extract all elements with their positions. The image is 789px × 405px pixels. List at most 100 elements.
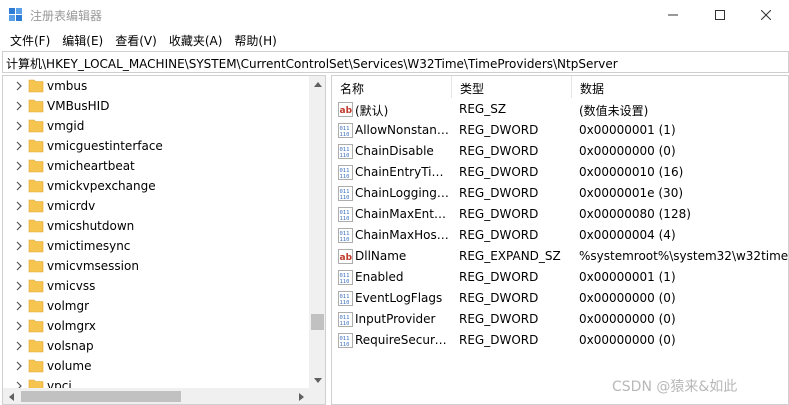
chevron-right-icon[interactable] <box>13 360 25 372</box>
title-bar: 注册表编辑器 <box>0 0 789 30</box>
value-row[interactable]: 011110AllowNonstandardModeCombinations RE… <box>332 120 788 141</box>
value-type: REG_DWORD <box>459 186 539 200</box>
tree-item[interactable]: vmicguestinterface <box>3 136 309 156</box>
chevron-right-icon[interactable] <box>13 100 25 112</box>
value-type: REG_EXPAND_SZ <box>459 249 561 263</box>
folder-icon <box>28 159 44 173</box>
value-type: REG_DWORD <box>459 270 539 284</box>
tree-item[interactable]: vmictimesync <box>3 236 309 256</box>
minimize-button[interactable] <box>650 0 696 30</box>
value-name: InputProvider <box>355 312 436 326</box>
value-row[interactable]: 011 110 ChainDisable REG_DWORD 0x00000000 (0… <box>332 141 788 162</box>
value-name: ChainMaxEntries <box>355 207 450 221</box>
scroll-up-button[interactable] <box>309 76 325 92</box>
scroll-right-button[interactable] <box>293 388 309 404</box>
column-header-type[interactable]: 类型 <box>452 76 572 98</box>
chevron-right-icon[interactable] <box>13 320 25 332</box>
tree-horizontal-scroll-thumb[interactable] <box>21 391 181 402</box>
tree-item[interactable]: vmicvss <box>3 276 309 296</box>
value-type: REG_DWORD <box>459 228 539 242</box>
address-path: 计算机\HKEY_LOCAL_MACHINE\SYSTEM\CurrentCon… <box>6 57 618 71</box>
close-icon <box>761 10 771 20</box>
menu-view[interactable]: 查看(V) <box>109 30 163 50</box>
chevron-right-icon[interactable] <box>13 120 25 132</box>
binary-value-icon: 011110 <box>338 186 353 201</box>
tree-item[interactable]: vmicheartbeat <box>3 156 309 176</box>
value-row[interactable]: 011 110 ChainMaxEntries REG_DWORD 0x00000080… <box>332 204 788 225</box>
svg-text:110: 110 <box>340 237 350 243</box>
maximize-button[interactable] <box>697 0 743 30</box>
tree-item[interactable]: volmgr <box>3 296 309 316</box>
binary-value-icon: 011110 <box>338 144 353 159</box>
tree-item-label: vmgid <box>47 119 85 133</box>
chevron-right-icon[interactable] <box>13 340 25 352</box>
tree-vertical-scroll-thumb[interactable] <box>311 314 324 330</box>
address-bar[interactable]: 计算机\HKEY_LOCAL_MACHINE\SYSTEM\CurrentCon… <box>2 51 789 73</box>
chevron-right-icon[interactable] <box>13 220 25 232</box>
value-row[interactable]: 011 110 Enabled REG_DWORD 0x00000001 (1) <box>332 267 788 288</box>
tree-item[interactable]: vmgid <box>3 116 309 136</box>
value-type: REG_DWORD <box>459 123 539 137</box>
value-row[interactable]: 011110ChainMaxHostEntries REG_DWORD 0x0000… <box>332 225 788 246</box>
watermark: CSDN @猿来&如此 <box>612 379 738 395</box>
tree-item[interactable]: vmicvmsession <box>3 256 309 276</box>
folder-icon <box>28 199 44 213</box>
tree-item-label: volume <box>47 359 92 373</box>
tree-item[interactable]: vmickvpexchange <box>3 176 309 196</box>
tree-item[interactable]: volmgrx <box>3 316 309 336</box>
chevron-right-icon[interactable] <box>13 280 25 292</box>
menu-edit[interactable]: 编辑(E) <box>56 30 109 50</box>
value-row[interactable]: ab DllName REG_EXPAND_SZ %systemroot%\syste… <box>332 246 788 267</box>
value-row[interactable]: 011110ChainEntryTimeout REG_DWORD 0x000000… <box>332 162 788 183</box>
svg-text:110: 110 <box>340 216 350 222</box>
menu-file[interactable]: 文件(F) <box>4 30 56 50</box>
column-header-data[interactable]: 数据 <box>572 76 788 98</box>
chevron-right-icon[interactable] <box>13 240 25 252</box>
value-row[interactable]: 011 110 InputProvider REG_DWORD 0x00000000 (… <box>332 309 788 330</box>
chevron-right-icon[interactable] <box>13 140 25 152</box>
tree-vertical-scrollbar[interactable] <box>309 76 325 388</box>
menu-favorites[interactable]: 收藏夹(A) <box>163 30 229 50</box>
binary-value-icon: 011110 <box>338 165 353 180</box>
scroll-left-button[interactable] <box>3 388 19 404</box>
value-data: 0x00000001 (1) <box>579 123 676 137</box>
chevron-right-icon[interactable] <box>13 80 25 92</box>
tree-item[interactable]: vmbus <box>3 76 309 96</box>
chevron-right-icon[interactable] <box>13 200 25 212</box>
value-data: 0x00000000 (0) <box>579 144 676 158</box>
chevron-right-icon[interactable] <box>13 300 25 312</box>
folder-icon <box>28 79 44 93</box>
value-type: REG_DWORD <box>459 312 539 326</box>
string-value-icon: ab <box>338 249 353 264</box>
menu-help[interactable]: 帮助(H) <box>228 30 282 50</box>
tree-item[interactable]: vmicshutdown <box>3 216 309 236</box>
key-tree-pane: vmbus VMBusHID vmgid vmicguestinterface vmic… <box>2 75 326 405</box>
folder-icon <box>28 179 44 193</box>
scroll-right-arrow-icon <box>298 392 304 401</box>
value-row[interactable]: ab (默认) REG_SZ (数值未设置) <box>332 99 788 120</box>
chevron-right-icon[interactable] <box>13 260 25 272</box>
tree-item-label: vmickvpexchange <box>47 179 156 193</box>
binary-value-icon: 011110 <box>338 333 353 348</box>
tree-horizontal-scrollbar[interactable] <box>3 388 309 404</box>
value-row[interactable]: 011110RequireSecureTimeSyncRequests REG_D… <box>332 330 788 351</box>
value-row[interactable]: 011 110 EventLogFlags REG_DWORD 0x00000000 (… <box>332 288 788 309</box>
value-row[interactable]: 011110ChainLoggingRate REG_DWORD 0x0000001… <box>332 183 788 204</box>
scroll-down-button[interactable] <box>309 372 325 388</box>
tree-item[interactable]: volume <box>3 356 309 376</box>
scroll-left-arrow-icon <box>8 392 14 401</box>
tree-item[interactable]: volsnap <box>3 336 309 356</box>
value-name: ChainEntryTimeout <box>355 165 450 179</box>
column-header-name[interactable]: 名称 <box>332 76 452 98</box>
value-name: AllowNonstandardModeCombinations <box>355 123 450 137</box>
svg-text:110: 110 <box>340 132 350 138</box>
close-button[interactable] <box>743 0 789 30</box>
folder-icon <box>28 339 44 353</box>
chevron-right-icon[interactable] <box>13 180 25 192</box>
value-name: DllName <box>355 249 407 263</box>
chevron-right-icon[interactable] <box>13 160 25 172</box>
minimize-icon <box>668 14 678 16</box>
tree-item[interactable]: VMBusHID <box>3 96 309 116</box>
svg-text:ab: ab <box>340 253 353 263</box>
tree-item[interactable]: vmicrdv <box>3 196 309 216</box>
